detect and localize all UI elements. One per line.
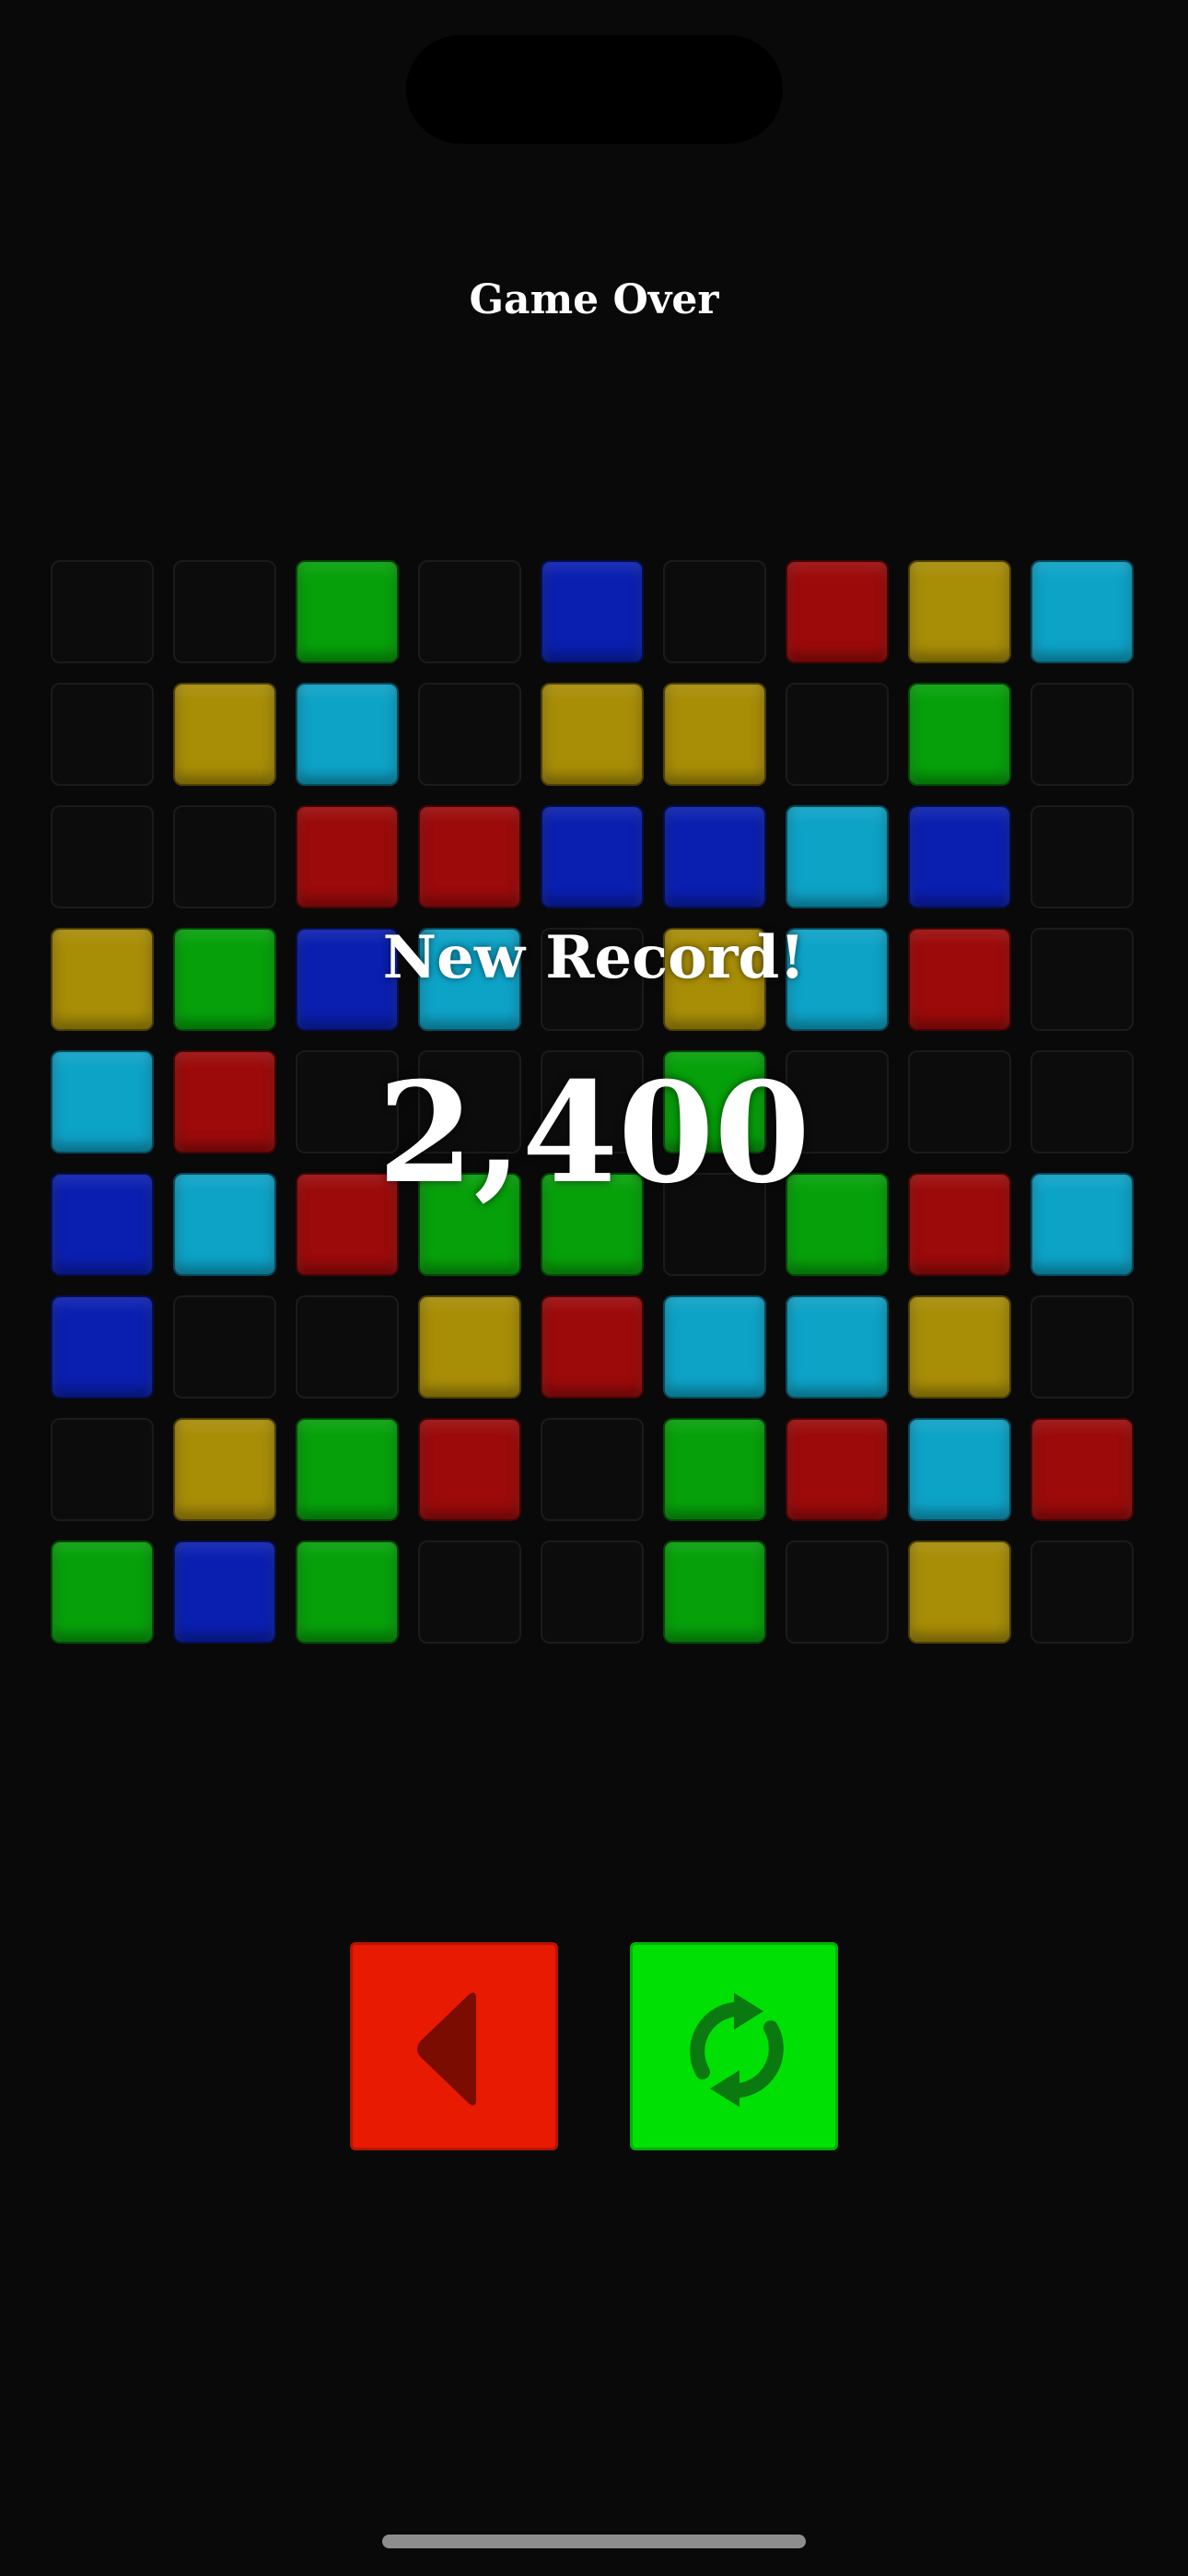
empty-tile (786, 683, 889, 786)
color-tile (418, 1295, 521, 1399)
color-tile (418, 1418, 521, 1521)
color-tile (173, 683, 276, 786)
color-tile (173, 1418, 276, 1521)
restart-button[interactable] (630, 1942, 838, 2150)
color-tile (541, 560, 644, 663)
empty-tile (541, 1540, 644, 1644)
color-tile (663, 1418, 766, 1521)
empty-tile (51, 1418, 154, 1521)
empty-tile (173, 1295, 276, 1399)
empty-tile (786, 1540, 889, 1644)
color-tile (908, 1418, 1011, 1521)
color-tile (663, 683, 766, 786)
empty-tile (1031, 683, 1134, 786)
final-score: 2,400 (378, 1052, 810, 1214)
empty-tile (418, 683, 521, 786)
color-tile (296, 1540, 399, 1644)
color-tile (786, 1295, 889, 1399)
triangle-left-icon (417, 1992, 476, 2106)
color-tile (1031, 1418, 1134, 1521)
empty-tile (296, 1295, 399, 1399)
game-board (0, 0, 1188, 2576)
empty-tile (1031, 805, 1134, 908)
empty-tile (663, 560, 766, 663)
empty-tile (418, 560, 521, 663)
color-tile (296, 1418, 399, 1521)
color-tile (296, 805, 399, 908)
color-tile (908, 1540, 1011, 1644)
color-tile (786, 560, 889, 663)
empty-tile (51, 683, 154, 786)
empty-tile (418, 1540, 521, 1644)
home-indicator[interactable] (382, 2535, 806, 2548)
color-tile (296, 560, 399, 663)
empty-tile (51, 805, 154, 908)
empty-tile (1031, 1295, 1134, 1399)
color-tile (663, 805, 766, 908)
back-button[interactable] (350, 1942, 558, 2150)
color-tile (1031, 560, 1134, 663)
color-tile (663, 1295, 766, 1399)
refresh-icon (690, 1993, 784, 2107)
color-tile (541, 683, 644, 786)
color-tile (418, 805, 521, 908)
color-tile (908, 683, 1011, 786)
color-tile (173, 1540, 276, 1644)
color-tile (786, 805, 889, 908)
empty-tile (541, 1418, 644, 1521)
empty-tile (173, 805, 276, 908)
color-tile (786, 1418, 889, 1521)
empty-tile (173, 560, 276, 663)
color-tile (541, 1295, 644, 1399)
color-tile (51, 1540, 154, 1644)
empty-tile (1031, 1540, 1134, 1644)
color-tile (908, 560, 1011, 663)
color-tile (541, 805, 644, 908)
empty-tile (51, 560, 154, 663)
new-record-label: New Record! (382, 923, 806, 992)
color-tile (663, 1540, 766, 1644)
color-tile (51, 1295, 154, 1399)
color-tile (908, 805, 1011, 908)
color-tile (296, 683, 399, 786)
color-tile (908, 1295, 1011, 1399)
